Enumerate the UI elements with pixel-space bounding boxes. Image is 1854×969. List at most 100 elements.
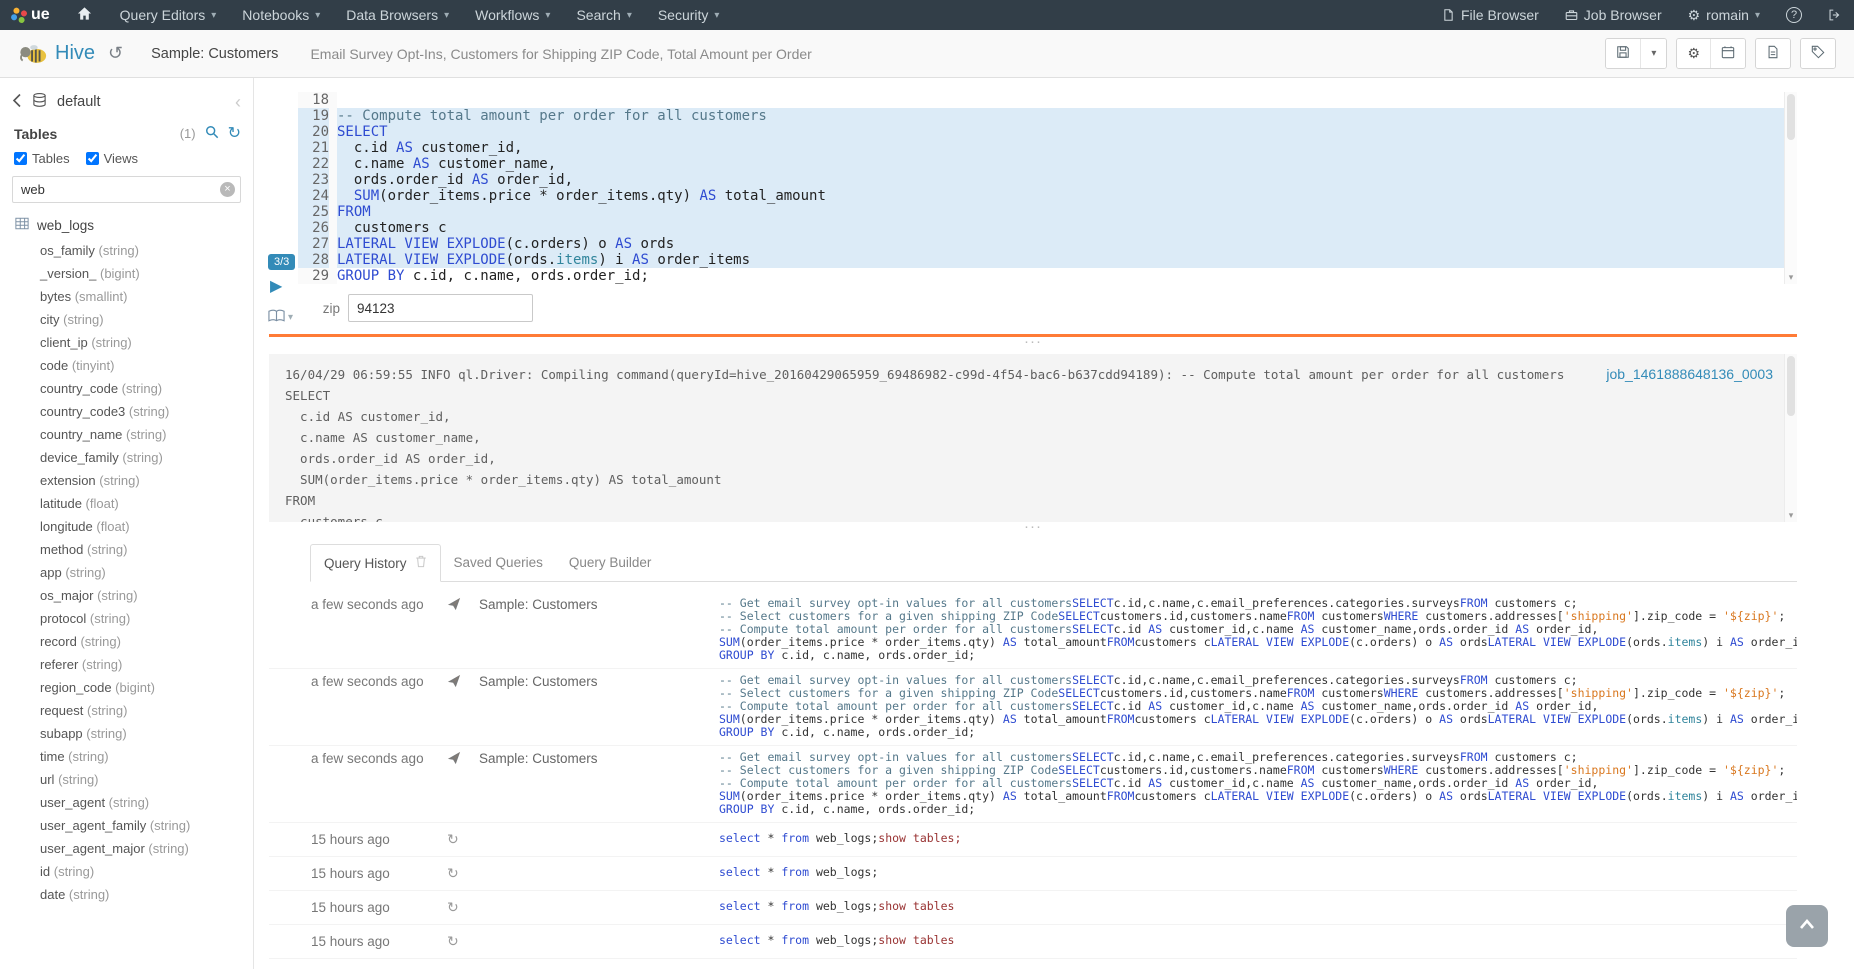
filter-tables-checkbox[interactable] xyxy=(14,152,27,165)
column-item-user-agent-major[interactable]: user_agent_major (string) xyxy=(0,837,253,860)
column-item-id[interactable]: id (string) xyxy=(0,860,253,883)
nav-menu-query-editors[interactable]: Query Editors▾ xyxy=(107,0,230,30)
tab-query-builder[interactable]: Query Builder xyxy=(556,544,665,581)
file-browser-link[interactable]: File Browser xyxy=(1429,0,1552,30)
search-icon[interactable] xyxy=(205,125,219,142)
database-selector[interactable]: default xyxy=(57,94,101,110)
editor-scrollbar[interactable]: ▾ xyxy=(1784,92,1797,284)
help-button[interactable]: ? xyxy=(1773,0,1815,30)
column-item-time[interactable]: time (string) xyxy=(0,745,253,768)
column-item-user-agent[interactable]: user_agent (string) xyxy=(0,791,253,814)
code-line[interactable]: SUM(order_items.price * order_items.qty)… xyxy=(337,188,1784,204)
code-line[interactable]: ords.order_id AS order_id, xyxy=(337,172,1784,188)
resize-grip[interactable]: ··· xyxy=(269,522,1797,535)
back-chevron-icon[interactable] xyxy=(12,93,22,111)
table-search-input[interactable] xyxy=(12,176,241,203)
history-row[interactable]: a few seconds agoSample: Customers-- Get… xyxy=(269,669,1797,746)
column-item-protocol[interactable]: protocol (string) xyxy=(0,607,253,630)
column-item-bytes[interactable]: bytes (smallint) xyxy=(0,285,253,308)
reference-book-button[interactable]: ▾ xyxy=(268,309,293,326)
code-line[interactable]: LATERAL VIEW EXPLODE(c.orders) o AS ords xyxy=(337,236,1784,252)
column-item-referer[interactable]: referer (string) xyxy=(0,653,253,676)
settings-button[interactable]: ⚙ xyxy=(1677,39,1710,68)
app-name[interactable]: Hive xyxy=(55,42,95,65)
column-item-user-agent-family[interactable]: user_agent_family (string) xyxy=(0,814,253,837)
column-item-request[interactable]: request (string) xyxy=(0,699,253,722)
clear-history-icon[interactable] xyxy=(415,555,427,571)
column-item-app[interactable]: app (string) xyxy=(0,561,253,584)
column-item-device-family[interactable]: device_family (string) xyxy=(0,446,253,469)
code-line[interactable]: -- Compute total amount per order for al… xyxy=(337,108,1784,124)
code-line[interactable]: c.id AS customer_id, xyxy=(337,140,1784,156)
document-button[interactable] xyxy=(1756,39,1790,68)
code-line[interactable]: SELECT xyxy=(337,124,1784,140)
sql-editor[interactable]: 181920212223242526272829 -- Compute tota… xyxy=(298,92,1797,284)
column-item-latitude[interactable]: latitude (float) xyxy=(0,492,253,515)
column-item-city[interactable]: city (string) xyxy=(0,308,253,331)
nav-menu-notebooks[interactable]: Notebooks▾ xyxy=(229,0,333,30)
scrollbar-down-arrow[interactable]: ▾ xyxy=(1785,272,1797,283)
history-row[interactable]: a few seconds agoSample: Customers-- Get… xyxy=(269,746,1797,823)
schedule-button[interactable] xyxy=(1710,39,1745,68)
column-item--version-[interactable]: _version_ (bigint) xyxy=(0,262,253,285)
editor-code[interactable]: -- Compute total amount per order for al… xyxy=(337,92,1784,284)
code-line[interactable]: c.name AS customer_name, xyxy=(337,156,1784,172)
column-item-region-code[interactable]: region_code (bigint) xyxy=(0,676,253,699)
collapse-panel-icon[interactable]: ‹ xyxy=(235,93,241,111)
history-row[interactable]: 15 hours ago↻select * from web_logs;show… xyxy=(269,823,1797,857)
code-line[interactable] xyxy=(337,92,1784,108)
column-item-code[interactable]: code (tinyint) xyxy=(0,354,253,377)
column-item-url[interactable]: url (string) xyxy=(0,768,253,791)
job-link[interactable]: job_1461888648136_0003 xyxy=(1606,366,1773,382)
nav-menu-security[interactable]: Security▾ xyxy=(645,0,733,30)
code-line[interactable]: customers c xyxy=(337,220,1784,236)
resize-grip[interactable]: ··· xyxy=(269,337,1797,350)
scrollbar-thumb[interactable] xyxy=(1787,94,1795,140)
table-item-web-logs[interactable]: web_logs xyxy=(15,217,253,233)
column-item-longitude[interactable]: longitude (float) xyxy=(0,515,253,538)
column-item-country-code[interactable]: country_code (string) xyxy=(0,377,253,400)
home-button[interactable] xyxy=(62,0,107,30)
column-item-os-family[interactable]: os_family (string) xyxy=(0,239,253,262)
tags-button[interactable] xyxy=(1801,39,1835,68)
column-item-country-name[interactable]: country_name (string) xyxy=(0,423,253,446)
history-row[interactable]: 15 hours ago↻select * from web_logs;show… xyxy=(269,891,1797,925)
user-menu[interactable]: ⚙ romain ▾ xyxy=(1675,0,1773,30)
tab-query-history[interactable]: Query History xyxy=(310,544,441,582)
execute-button[interactable]: ▶ xyxy=(270,279,282,295)
save-dropdown-button[interactable]: ▾ xyxy=(1640,39,1666,68)
column-item-country-code3[interactable]: country_code3 (string) xyxy=(0,400,253,423)
column-item-method[interactable]: method (string) xyxy=(0,538,253,561)
query-history-icon[interactable]: ↺ xyxy=(108,43,123,64)
tab-saved-queries[interactable]: Saved Queries xyxy=(441,544,556,581)
history-row[interactable]: 15 hours ago↻select * from web_logs;show… xyxy=(269,959,1797,969)
column-item-client-ip[interactable]: client_ip (string) xyxy=(0,331,253,354)
clear-search-icon[interactable]: × xyxy=(220,182,235,197)
nav-menu-workflows[interactable]: Workflows▾ xyxy=(462,0,563,30)
nav-menu-data-browsers[interactable]: Data Browsers▾ xyxy=(333,0,462,30)
column-item-record[interactable]: record (string) xyxy=(0,630,253,653)
history-row[interactable]: 15 hours ago↻select * from web_logs; xyxy=(269,857,1797,891)
nav-menu-search[interactable]: Search▾ xyxy=(563,0,644,30)
scrollbar-down-arrow[interactable]: ▾ xyxy=(1785,510,1797,521)
logout-button[interactable] xyxy=(1815,0,1854,30)
column-item-extension[interactable]: extension (string) xyxy=(0,469,253,492)
scroll-to-top-button[interactable] xyxy=(1786,905,1828,947)
save-button[interactable] xyxy=(1606,39,1640,68)
history-row[interactable]: 15 hours ago↻select * from web_logs;show… xyxy=(269,925,1797,959)
job-browser-link[interactable]: Job Browser xyxy=(1552,0,1675,30)
code-line[interactable]: GROUP BY c.id, c.name, ords.order_id; xyxy=(337,268,1784,284)
hue-logo[interactable]: ue xyxy=(0,0,62,30)
query-title[interactable]: Sample: Customers xyxy=(151,46,278,62)
code-line[interactable]: LATERAL VIEW EXPLODE(ords.items) i AS or… xyxy=(337,252,1784,268)
code-line[interactable]: FROM xyxy=(337,204,1784,220)
history-row[interactable]: a few seconds agoSample: Customers-- Get… xyxy=(269,592,1797,669)
scrollbar-thumb[interactable] xyxy=(1787,356,1795,416)
column-item-os-major[interactable]: os_major (string) xyxy=(0,584,253,607)
variable-input[interactable] xyxy=(348,294,533,322)
query-subtitle[interactable]: Email Survey Opt-Ins, Customers for Ship… xyxy=(310,46,811,62)
log-scrollbar[interactable]: ▾ xyxy=(1784,354,1797,522)
refresh-icon[interactable]: ↻ xyxy=(228,126,241,142)
column-item-subapp[interactable]: subapp (string) xyxy=(0,722,253,745)
filter-views-checkbox[interactable] xyxy=(86,152,99,165)
